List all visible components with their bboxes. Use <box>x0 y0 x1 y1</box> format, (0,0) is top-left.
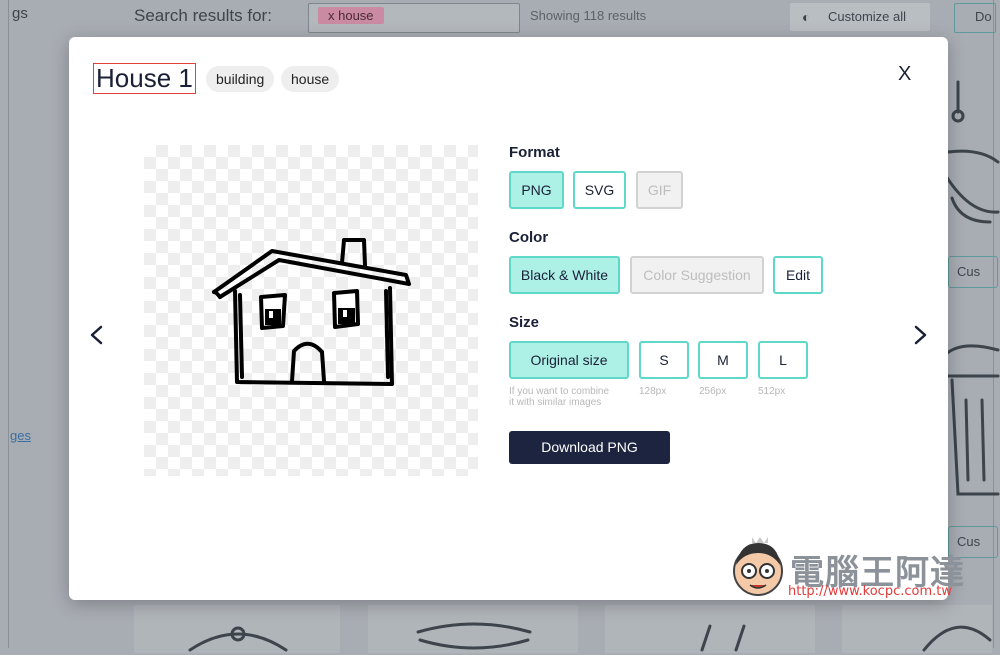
size-m-button[interactable]: M <box>698 341 748 379</box>
color-black-white-button[interactable]: Black & White <box>509 256 620 294</box>
previous-icon[interactable] <box>86 324 108 346</box>
watermark: 電腦王阿達 http://www.kocpc.com.tw <box>728 535 978 605</box>
tag-chip-house[interactable]: house <box>281 66 340 92</box>
download-png-button[interactable]: Download PNG <box>509 431 670 464</box>
house-sketch-icon <box>212 238 411 386</box>
format-label: Format <box>509 144 560 161</box>
tag-chip-building[interactable]: building <box>206 66 275 92</box>
image-preview <box>144 145 478 476</box>
color-edit-button[interactable]: Edit <box>773 256 823 294</box>
size-l-hint: 512px <box>758 386 786 397</box>
watermark-url: http://www.kocpc.com.tw <box>788 584 952 599</box>
size-original-hint: If you want to combine it with similar i… <box>509 386 610 408</box>
format-svg-button[interactable]: SVG <box>573 171 626 209</box>
next-icon[interactable] <box>909 324 931 346</box>
color-label: Color <box>509 229 549 246</box>
size-s-button[interactable]: S <box>639 341 689 379</box>
size-label: Size <box>509 314 540 331</box>
size-s-hint: 128px <box>639 386 667 397</box>
size-l-button[interactable]: L <box>758 341 808 379</box>
color-suggestion-button[interactable]: Color Suggestion <box>630 256 764 294</box>
format-png-button[interactable]: PNG <box>509 171 564 209</box>
size-m-hint: 256px <box>699 386 727 397</box>
icon-detail-modal: House 1 building house X Format PNG SVG … <box>69 37 948 600</box>
modal-title: House 1 <box>93 63 196 94</box>
size-original-button[interactable]: Original size <box>509 341 629 379</box>
close-button[interactable]: X <box>898 63 911 86</box>
mascot-face-icon <box>733 537 783 596</box>
format-gif-button[interactable]: GIF <box>636 171 683 209</box>
